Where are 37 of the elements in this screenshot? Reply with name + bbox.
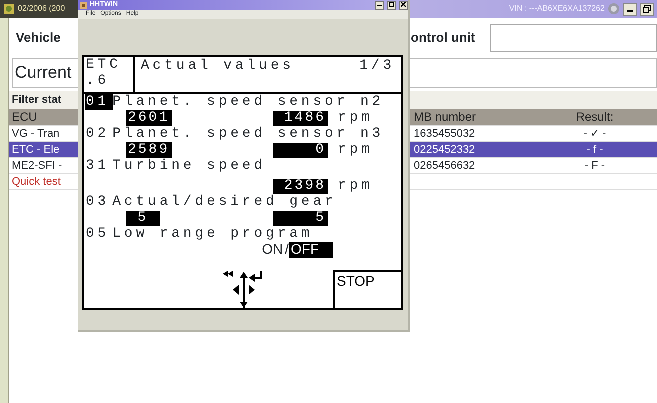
window-title: 02/2006 (200 <box>18 3 66 15</box>
value-readout: 0 <box>273 142 328 158</box>
table-cell-text: ME2-SFI - <box>11 159 64 173</box>
item-label: Planet. speed sensor n3 <box>112 126 384 142</box>
item-label: Planet. speed sensor n2 <box>112 94 384 110</box>
value-readout: 1486 <box>273 110 328 126</box>
display-title: Actual values <box>141 57 294 76</box>
column-header: MB number <box>413 109 478 125</box>
unit-label: rpm <box>338 140 374 160</box>
column-header: ECU <box>11 109 38 125</box>
item-label: Turbine speed <box>112 158 266 174</box>
table-cell-text: Quick test <box>11 175 62 189</box>
control-unit-label: ontrol unit <box>411 29 476 48</box>
unit-label: rpm <box>338 108 374 128</box>
unit-label: rpm <box>338 176 374 196</box>
column-header: Result: <box>575 109 615 125</box>
table-cell-text: - ✓ - <box>582 127 608 141</box>
vin-label: VIN : ---AB6XE6XA137262 <box>509 3 605 15</box>
table-cell-text: - F - <box>584 159 606 173</box>
module-label: .6 <box>86 73 111 89</box>
value-readout: 2589 <box>126 142 172 158</box>
vehicle-label: Vehicle <box>15 29 62 48</box>
page-indicator: 1/3 <box>360 57 395 76</box>
table-cell-text: VG - Tran <box>11 127 61 141</box>
value-readout: 5 <box>273 210 328 226</box>
module-label: ETC <box>86 57 122 73</box>
table-cell-text: 1635455032 <box>413 127 476 141</box>
table-cell-text: ETC - Ele <box>11 143 61 157</box>
value-readout: 2398 <box>273 178 328 194</box>
table-cell-text: 0225452332 <box>413 143 476 157</box>
table-cell-text: - f - <box>586 143 604 157</box>
item-label: Actual/desired gear <box>112 194 337 210</box>
table-cell-text: 0265456632 <box>413 159 476 173</box>
value-readout: 2601 <box>126 110 172 126</box>
value-readout: 5 <box>126 210 160 226</box>
item-label: Low range program <box>112 226 314 242</box>
separator-label: / <box>285 242 289 258</box>
